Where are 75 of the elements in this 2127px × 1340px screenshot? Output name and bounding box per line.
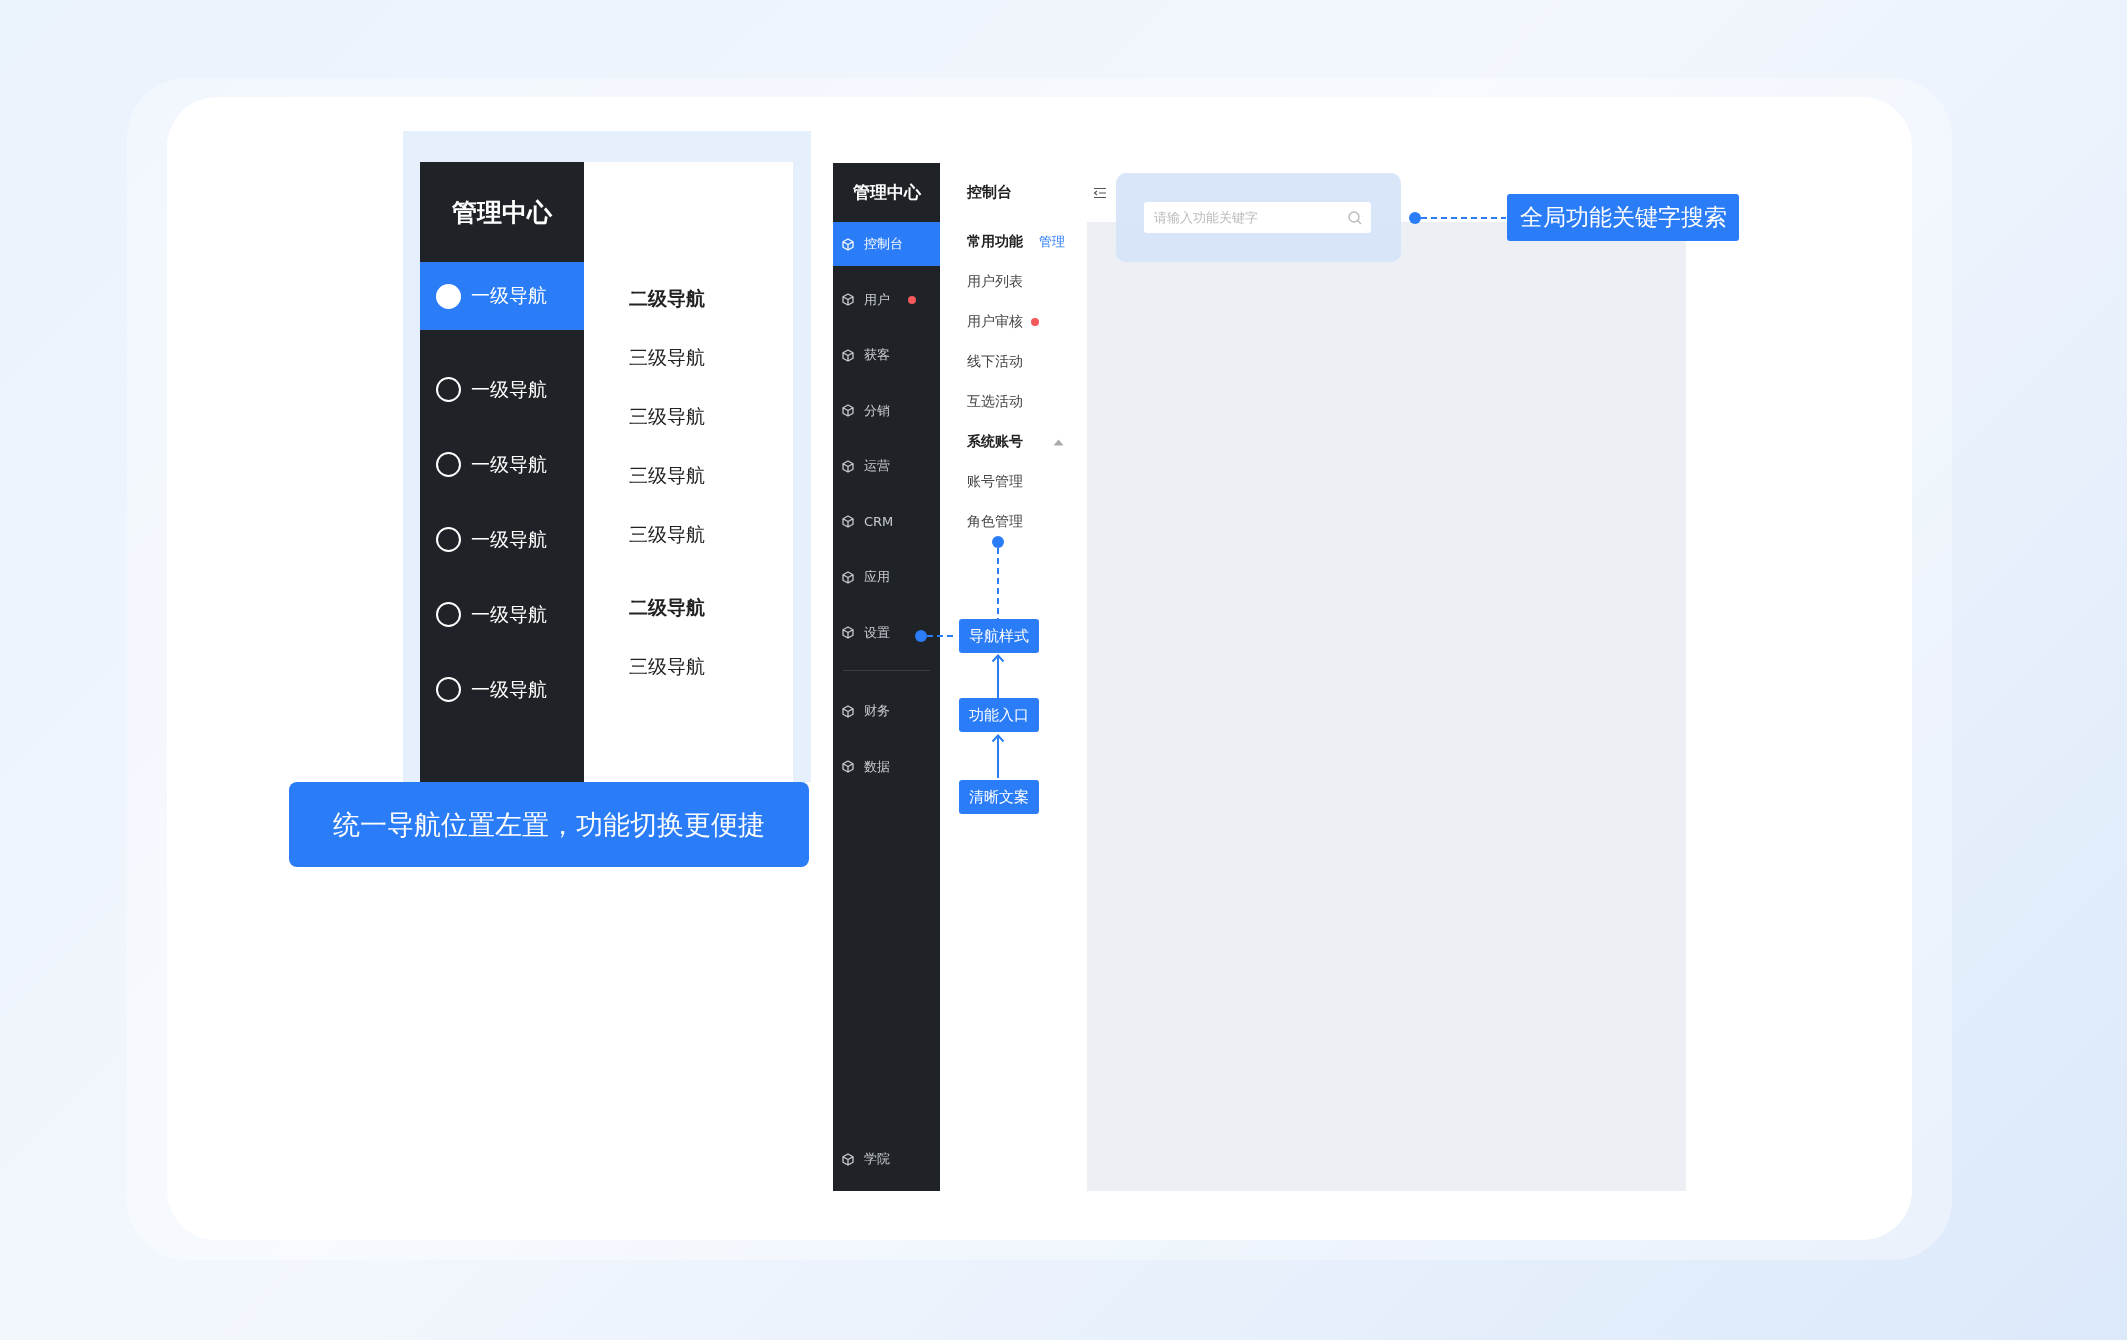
- leader-line: [914, 629, 954, 643]
- manage-link[interactable]: 管理: [1039, 233, 1065, 251]
- cube-icon: [842, 348, 854, 362]
- arrow: [991, 734, 1005, 778]
- cube-icon: [842, 404, 854, 417]
- submenu-label: 线下活动: [967, 353, 1023, 371]
- nav-item[interactable]: 一级导航: [420, 262, 584, 330]
- annotation-label: 全局功能关键字搜索: [1507, 194, 1739, 241]
- cube-icon: [842, 515, 854, 528]
- cube-icon: [842, 459, 854, 473]
- cube-icon: [842, 1152, 854, 1166]
- nav-label: 控制台: [864, 235, 903, 253]
- submenu-label: 用户审核: [967, 313, 1023, 331]
- cube-icon: [842, 760, 854, 773]
- nav-label: 数据: [864, 757, 890, 776]
- submenu-heading[interactable]: 二级导航: [629, 578, 793, 637]
- annotation-label: 清晰文案: [959, 780, 1039, 814]
- cube-icon: [842, 704, 854, 718]
- submenu-item[interactable]: 三级导航: [629, 446, 793, 505]
- circle-icon: [436, 677, 461, 702]
- nav-item[interactable]: 分销: [833, 388, 940, 433]
- nav-item[interactable]: 学院: [833, 1137, 940, 1181]
- caption-banner: 统一导航位置左置，功能切换更便捷: [289, 782, 809, 867]
- nav-item[interactable]: 数据: [833, 744, 940, 789]
- nav-label: 财务: [864, 702, 890, 720]
- nav-item[interactable]: 运营: [833, 444, 940, 488]
- sidebar-title: 管理中心: [851, 181, 922, 204]
- circle-icon: [436, 452, 461, 477]
- submenu-label: 账号管理: [967, 473, 1023, 491]
- nav-item[interactable]: 一级导航: [420, 502, 584, 577]
- submenu-item[interactable]: 三级导航: [629, 637, 793, 696]
- nav-item[interactable]: 控制台: [833, 222, 940, 266]
- nav-item[interactable]: 一级导航: [420, 352, 584, 427]
- nav-item[interactable]: 获客: [833, 333, 940, 377]
- nav-item[interactable]: 一级导航: [420, 577, 584, 652]
- nav-item[interactable]: 用户: [833, 277, 940, 322]
- submenu-item[interactable]: 三级导航: [629, 328, 793, 387]
- nav-item[interactable]: 应用: [833, 555, 940, 599]
- nav-item[interactable]: 一级导航: [420, 652, 584, 727]
- nav-label: 应用: [864, 568, 890, 586]
- submenu-label: 互选活动: [967, 393, 1023, 411]
- nav-item[interactable]: 一级导航: [420, 427, 584, 502]
- cube-icon: [842, 570, 854, 584]
- collapse-icon: [1093, 186, 1107, 199]
- nav-label: 设置: [864, 623, 890, 642]
- circle-icon: [436, 527, 461, 552]
- submenu-item[interactable]: 三级导航: [629, 387, 793, 446]
- section-title: 常用功能: [967, 233, 1023, 251]
- submenu-label: 用户列表: [967, 273, 1023, 291]
- cube-icon: [842, 293, 854, 306]
- nav-item[interactable]: 财务: [833, 689, 940, 733]
- nav-label: 运营: [864, 457, 890, 475]
- annotation-label: 导航样式: [959, 619, 1039, 653]
- circle-icon: [436, 283, 461, 309]
- cube-icon: [842, 626, 854, 639]
- submenu-label: 角色管理: [967, 513, 1023, 531]
- nav-label: 获客: [864, 346, 890, 364]
- circle-icon: [436, 377, 461, 402]
- nav-item[interactable]: 设置: [833, 610, 940, 655]
- cube-icon: [842, 237, 854, 251]
- nav-label: CRM: [864, 514, 894, 529]
- annotation-label: 功能入口: [959, 698, 1039, 732]
- submenu-item[interactable]: 三级导航: [629, 505, 793, 564]
- page-title: 控制台: [967, 183, 1013, 202]
- arrow: [991, 654, 1005, 698]
- circle-icon: [436, 602, 461, 627]
- search-field[interactable]: 请输入功能关键字: [1144, 202, 1371, 233]
- search-icon: [1348, 211, 1362, 225]
- sidebar-title: 管理中心: [451, 196, 553, 229]
- nav-label: 学院: [864, 1150, 890, 1168]
- nav-item[interactable]: CRM: [833, 499, 940, 544]
- submenu-heading[interactable]: 二级导航: [629, 269, 793, 328]
- nav-label: 分销: [864, 401, 890, 420]
- nav-label: 用户: [864, 290, 890, 309]
- section-title: 系统账号: [967, 433, 1023, 451]
